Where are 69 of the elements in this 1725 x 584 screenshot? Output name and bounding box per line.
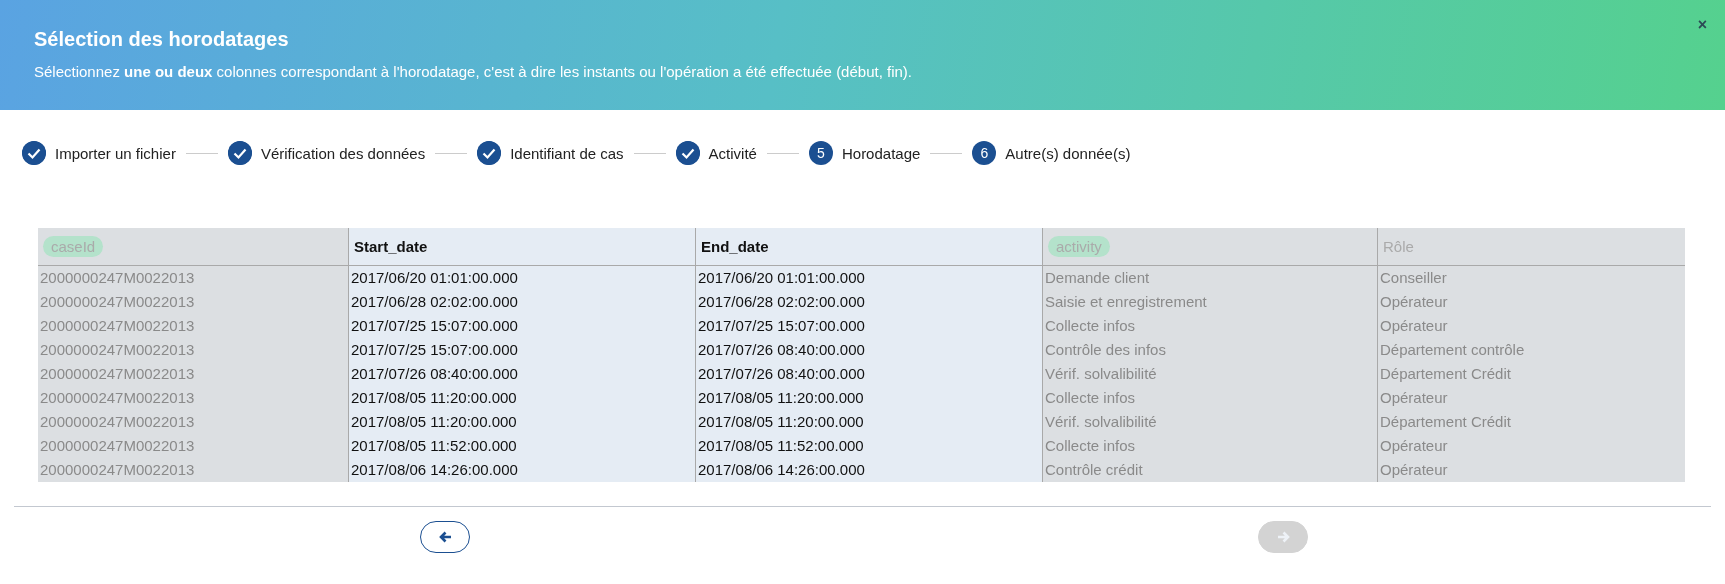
step-label: Vérification des données <box>260 144 426 162</box>
dialog-title: Sélection des horodatages <box>34 28 289 51</box>
table-cell-text: Demande client <box>1044 268 1151 288</box>
table-cell-text: 2017/08/06 14:26:00.000 <box>350 460 519 480</box>
table-cell-text: 2000000247M0022013 <box>39 268 196 288</box>
step-number: 6 <box>972 141 997 165</box>
table-cell-text: 2017/06/20 01:01:00.000 <box>697 268 866 288</box>
table-cell-text: Saisie et enregistrement <box>1044 292 1208 312</box>
table-cell-text: 2017/07/26 08:40:00.000 <box>350 364 519 384</box>
table-cell-text: Contrôle des infos <box>1044 340 1167 360</box>
table-cell-text: 2017/07/25 15:07:00.000 <box>350 316 519 336</box>
table-cell-text: 2017/06/28 02:02:00.000 <box>350 292 519 312</box>
step-label: Identifiant de cas <box>510 144 624 162</box>
table-cell-text: 2017/08/06 14:26:00.000 <box>697 460 866 480</box>
table-cell-text: 2000000247M0022013 <box>39 340 196 360</box>
table-cell-text: 2017/08/05 11:20:00.000 <box>350 388 518 408</box>
column-tag: caseId <box>43 236 104 257</box>
step-label: Horodatage <box>841 144 921 162</box>
table-column[interactable] <box>695 228 1042 482</box>
table-cell-text: Opérateur <box>1379 436 1449 456</box>
table-cell-text: Collecte infos <box>1044 436 1137 456</box>
table-cell-text: 2017/08/05 11:20:00.000 <box>350 412 518 432</box>
table-cell-text: 2000000247M0022013 <box>39 316 196 336</box>
table-column[interactable]: Rôle Conseiller Opérateur Opérateur Département contrôle Département Crédit Opérateur Département Crédit Opérateur Opérateur <box>1377 228 1685 482</box>
table-cell-text: Vérif. solvalibilité <box>1044 412 1158 432</box>
column-header: End_date <box>701 238 769 255</box>
table-cell-text: Collecte infos <box>1044 388 1137 408</box>
table-cell-text: Opérateur <box>1379 316 1449 336</box>
step-label: Importer un fichier <box>55 144 176 162</box>
table-cell-text: Conseiller <box>1379 268 1448 288</box>
close-button[interactable]: × <box>1693 16 1711 34</box>
table-cell-text: Vérif. solvalibilité <box>1044 364 1158 384</box>
table-cell-text: 2017/08/05 11:20:00.000 <box>697 412 865 432</box>
column-header: Start_date <box>354 238 428 255</box>
table-cell-text: Département Crédit <box>1379 364 1512 384</box>
step-label: Autre(s) donnée(s) <box>1005 144 1131 162</box>
table-cell-text: Contrôle crédit <box>1044 460 1144 480</box>
table-cell-text: 2000000247M0022013 <box>39 436 196 456</box>
table-cell-text: 2000000247M0022013 <box>39 412 196 432</box>
table-cell-text: 2000000247M0022013 <box>39 364 196 384</box>
column-header: Rôle <box>1383 238 1414 255</box>
column-tag: activity <box>1048 236 1110 257</box>
instructions-text: Sélectionnez une ou deux colonnes correspondant à l'horodatage, c'est à dire les instants ou l'opération a été effectuée (début, fin). <box>34 63 912 80</box>
next-arrow-icon <box>1276 531 1290 543</box>
table-cell-text: 2017/07/25 15:07:00.000 <box>350 340 519 360</box>
table-cell-text: 2017/08/05 11:52:00.000 <box>697 436 865 456</box>
table-cell-text: 2017/06/28 02:02:00.000 <box>697 292 866 312</box>
table-cell-text: 2000000247M0022013 <box>39 460 196 480</box>
table-column[interactable] <box>348 228 695 482</box>
back-button[interactable] <box>420 521 470 553</box>
table-cell-text: 2017/07/26 08:40:00.000 <box>697 364 866 384</box>
table-cell-text: Collecte infos <box>1044 316 1137 336</box>
back-arrow-icon <box>438 531 452 543</box>
table-cell-text: 2017/08/05 11:52:00.000 <box>350 436 518 456</box>
table-cell-text: Opérateur <box>1379 388 1449 408</box>
table-cell-text: Opérateur <box>1379 460 1449 480</box>
table-cell-text: Département Crédit <box>1379 412 1512 432</box>
table-cell-text: 2017/07/25 15:07:00.000 <box>697 316 866 336</box>
table-cell-text: Opérateur <box>1379 292 1449 312</box>
table-cell-text: Département contrôle <box>1379 340 1526 360</box>
step-label: Activité <box>708 144 757 162</box>
table-cell-text: 2017/08/05 11:20:00.000 <box>697 388 865 408</box>
table-cell-text: 2000000247M0022013 <box>39 388 196 408</box>
table-column[interactable]: caseId 2000000247M0022013 2000000247M0022013 2000000247M0022013 2000000247M0022013 2000000247M0022013 2000000247M0022013 2000000247M0022013 2000000247M0022013 2000000247M0022013 <box>38 228 348 482</box>
table-cell-text: 2017/07/26 08:40:00.000 <box>697 340 866 360</box>
table-column[interactable]: activity Demande client Saisie et enregistrement Collecte infos Contrôle des infos Vérif. solvalibilité Collecte infos Vérif. solvalibilité Collecte infos Contrôle crédit <box>1042 228 1377 482</box>
table-cell-text: 2000000247M0022013 <box>39 292 196 312</box>
table-cell-text: 2017/06/20 01:01:00.000 <box>350 268 519 288</box>
step-number: 5 <box>808 141 833 165</box>
